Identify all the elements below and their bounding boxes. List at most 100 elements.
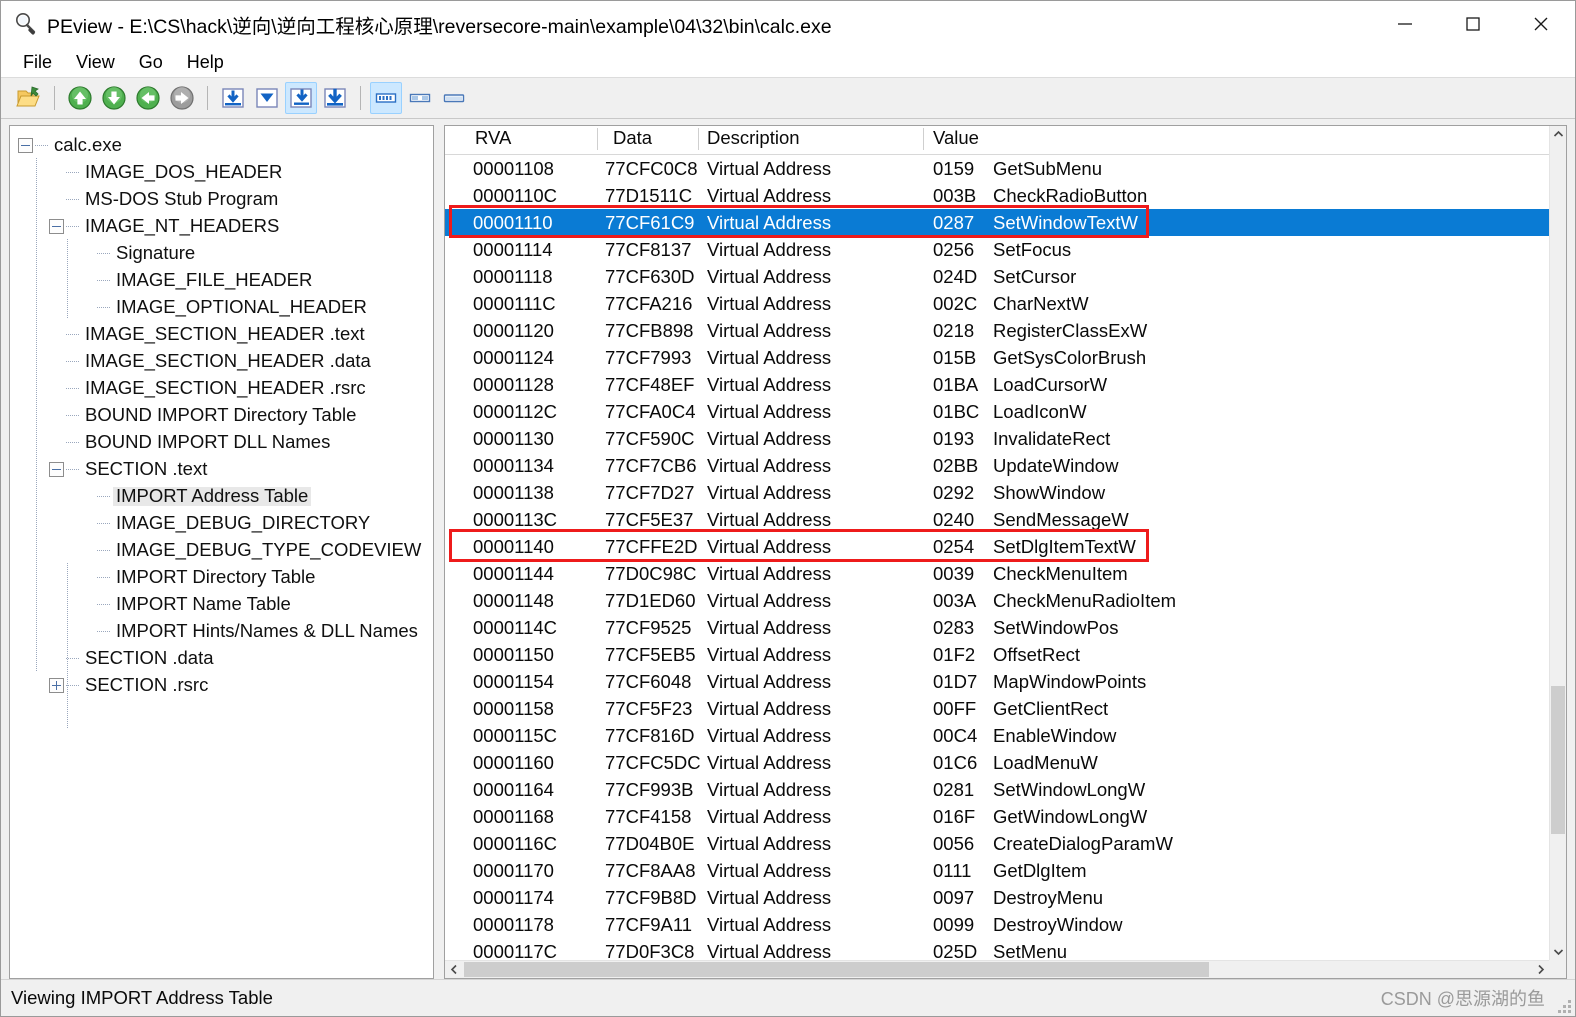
go-down-icon[interactable] [98, 82, 130, 114]
table-row[interactable]: 00001140 77CFFE2D Virtual Address 0254 SetDl… [445, 533, 1549, 560]
column-divider[interactable] [923, 128, 924, 150]
table-row[interactable]: 00001148 77D1ED60 Virtual Address 003A Check… [445, 587, 1549, 614]
table-row[interactable]: 00001158 77CF5F23 Virtual Address 00FF GetCl… [445, 695, 1549, 722]
cell-description: Virtual Address [707, 428, 832, 449]
resize-grip-icon[interactable] [1557, 999, 1571, 1013]
collapse-node-icon[interactable] [49, 219, 64, 234]
view-sections-icon[interactable] [251, 82, 283, 114]
table-row[interactable]: 0000114C 77CF9525 Virtual Address 0283 SetWi… [445, 614, 1549, 641]
cell-value: GetWindowLongW [993, 806, 1148, 827]
tree-node[interactable]: IMPORT Name Table [10, 591, 433, 618]
cell-description: Virtual Address [707, 806, 832, 827]
table-row[interactable]: 00001120 77CFB898 Virtual Address 0218 Regis… [445, 317, 1549, 344]
table-row[interactable]: 0000113C 77CF5E37 Virtual Address 0240 SendM… [445, 506, 1549, 533]
menu-item-help[interactable]: Help [175, 50, 236, 75]
view-hex-icon[interactable] [370, 82, 402, 114]
vertical-scrollbar-thumb[interactable] [1551, 686, 1565, 834]
view-split-icon[interactable] [404, 82, 436, 114]
menu-item-view[interactable]: View [64, 50, 127, 75]
table-row[interactable]: 00001118 77CF630D Virtual Address 024D SetCu… [445, 263, 1549, 290]
table-row[interactable]: 00001160 77CFC5DC Virtual Address 01C6 LoadM… [445, 749, 1549, 776]
table-row[interactable]: 00001128 77CF48EF Virtual Address 01BA LoadC… [445, 371, 1549, 398]
table-row[interactable]: 00001108 77CFC0C8 Virtual Address 0159 GetSu… [445, 155, 1549, 182]
cell-data: 77CF61C9 [605, 212, 695, 233]
table-row[interactable]: 00001168 77CF4158 Virtual Address 016F GetWi… [445, 803, 1549, 830]
menu-item-go[interactable]: Go [127, 50, 175, 75]
table-row[interactable]: 0000115C 77CF816D Virtual Address 00C4 Enabl… [445, 722, 1549, 749]
tree-node[interactable]: IMAGE_SECTION_HEADER .rsrc [10, 375, 433, 402]
tree-node[interactable]: IMAGE_DEBUG_DIRECTORY [10, 510, 433, 537]
table-row[interactable]: 0000111C 77CFA216 Virtual Address 002C CharN… [445, 290, 1549, 317]
minimize-button[interactable] [1371, 1, 1439, 47]
tree-node[interactable]: IMAGE_DOS_HEADER [10, 159, 433, 186]
table-row[interactable]: 0000116C 77D04B0E Virtual Address 0056 Creat… [445, 830, 1549, 857]
pe-structure-tree-panel[interactable]: calc.exe IMAGE_DOS_HEADER MS-DOS Stub Prog… [9, 125, 434, 979]
table-row[interactable]: 00001164 77CF993B Virtual Address 0281 SetWi… [445, 776, 1549, 803]
tree-node[interactable]: IMAGE_FILE_HEADER [10, 267, 433, 294]
view-imports-icon[interactable] [285, 82, 317, 114]
scroll-up-icon[interactable] [1550, 126, 1566, 143]
scroll-down-icon[interactable] [1550, 943, 1566, 960]
table-row[interactable]: 00001178 77CF9A11 Virtual Address 0099 Destr… [445, 911, 1549, 938]
cell-description: Virtual Address [707, 941, 832, 960]
toolbar-separator-2 [207, 86, 208, 110]
go-up-icon[interactable] [64, 82, 96, 114]
tree-node[interactable]: BOUND IMPORT DLL Names [10, 429, 433, 456]
table-row[interactable]: 00001114 77CF8137 Virtual Address 0256 SetFo… [445, 236, 1549, 263]
table-row[interactable]: 0000112C 77CFA0C4 Virtual Address 01BC LoadI… [445, 398, 1549, 425]
tree-node[interactable]: BOUND IMPORT Directory Table [10, 402, 433, 429]
maximize-button[interactable] [1439, 1, 1507, 47]
horizontal-scrollbar-thumb[interactable] [464, 962, 1209, 977]
cell-data: 77CF7D27 [605, 482, 695, 503]
table-row[interactable]: 00001138 77CF7D27 Virtual Address 0292 ShowW… [445, 479, 1549, 506]
table-row[interactable]: 00001124 77CF7993 Virtual Address 015B GetSy… [445, 344, 1549, 371]
horizontal-scrollbar[interactable] [445, 960, 1549, 978]
open-file-icon[interactable] [13, 82, 45, 114]
table-row[interactable]: 0000110C 77D1511C Virtual Address 003B Check… [445, 182, 1549, 209]
column-header-description[interactable]: Description [707, 126, 800, 153]
table-row[interactable]: 00001134 77CF7CB6 Virtual Address 02BB Updat… [445, 452, 1549, 479]
tree-node[interactable]: IMAGE_NT_HEADERS [10, 213, 433, 240]
scroll-right-icon[interactable] [1531, 961, 1549, 978]
cell-rva: 0000110C [473, 185, 558, 206]
scroll-left-icon[interactable] [445, 961, 463, 978]
tree-node[interactable]: IMPORT Directory Table [10, 564, 433, 591]
close-button[interactable] [1507, 1, 1575, 47]
column-header-rva[interactable]: RVA [475, 126, 511, 153]
column-divider[interactable] [698, 128, 699, 150]
table-row[interactable]: 00001144 77D0C98C Virtual Address 0039 Check… [445, 560, 1549, 587]
table-row[interactable]: 00001170 77CF8AA8 Virtual Address 0111 GetDl… [445, 857, 1549, 884]
vertical-scrollbar[interactable] [1549, 126, 1566, 960]
column-header-value[interactable]: Value [933, 126, 979, 153]
import-address-table-panel[interactable]: RVA Data Description Value 00001108 77CFC0C8… [444, 125, 1567, 979]
tree-node[interactable]: IMAGE_SECTION_HEADER .text [10, 321, 433, 348]
go-back-icon[interactable] [132, 82, 164, 114]
column-divider[interactable] [597, 128, 598, 150]
panel-splitter[interactable] [434, 125, 444, 979]
table-row[interactable]: 00001154 77CF6048 Virtual Address 01D7 MapWi… [445, 668, 1549, 695]
tree-node[interactable]: IMAGE_DEBUG_TYPE_CODEVIEW [10, 537, 433, 564]
tree-node[interactable]: MS-DOS Stub Program [10, 186, 433, 213]
collapse-node-icon[interactable] [18, 138, 33, 153]
tree-node[interactable]: SECTION .data [10, 645, 433, 672]
tree-node[interactable]: IMPORT Address Table [10, 483, 433, 510]
tree-node[interactable]: calc.exe [10, 132, 433, 159]
table-row[interactable]: 00001110 77CF61C9 Virtual Address 0287 SetWi… [445, 209, 1549, 236]
tree-node[interactable]: IMAGE_SECTION_HEADER .data [10, 348, 433, 375]
table-row[interactable]: 00001150 77CF5EB5 Virtual Address 01F2 Offse… [445, 641, 1549, 668]
column-header-data[interactable]: Data [613, 126, 652, 153]
expand-node-icon[interactable] [49, 678, 64, 693]
menu-item-file[interactable]: File [11, 50, 64, 75]
tree-node[interactable]: Signature [10, 240, 433, 267]
view-headers-icon[interactable] [217, 82, 249, 114]
view-single-icon[interactable] [438, 82, 470, 114]
tree-node[interactable]: IMPORT Hints/Names & DLL Names [10, 618, 433, 645]
tree-node[interactable]: SECTION .text [10, 456, 433, 483]
table-row[interactable]: 0000117C 77D0F3C8 Virtual Address 025D SetMe… [445, 938, 1549, 960]
table-row[interactable]: 00001130 77CF590C Virtual Address 0193 Inval… [445, 425, 1549, 452]
view-exports-icon[interactable] [319, 82, 351, 114]
tree-node[interactable]: SECTION .rsrc [10, 672, 433, 699]
tree-node[interactable]: IMAGE_OPTIONAL_HEADER [10, 294, 433, 321]
collapse-node-icon[interactable] [49, 462, 64, 477]
table-row[interactable]: 00001174 77CF9B8D Virtual Address 0097 Destr… [445, 884, 1549, 911]
